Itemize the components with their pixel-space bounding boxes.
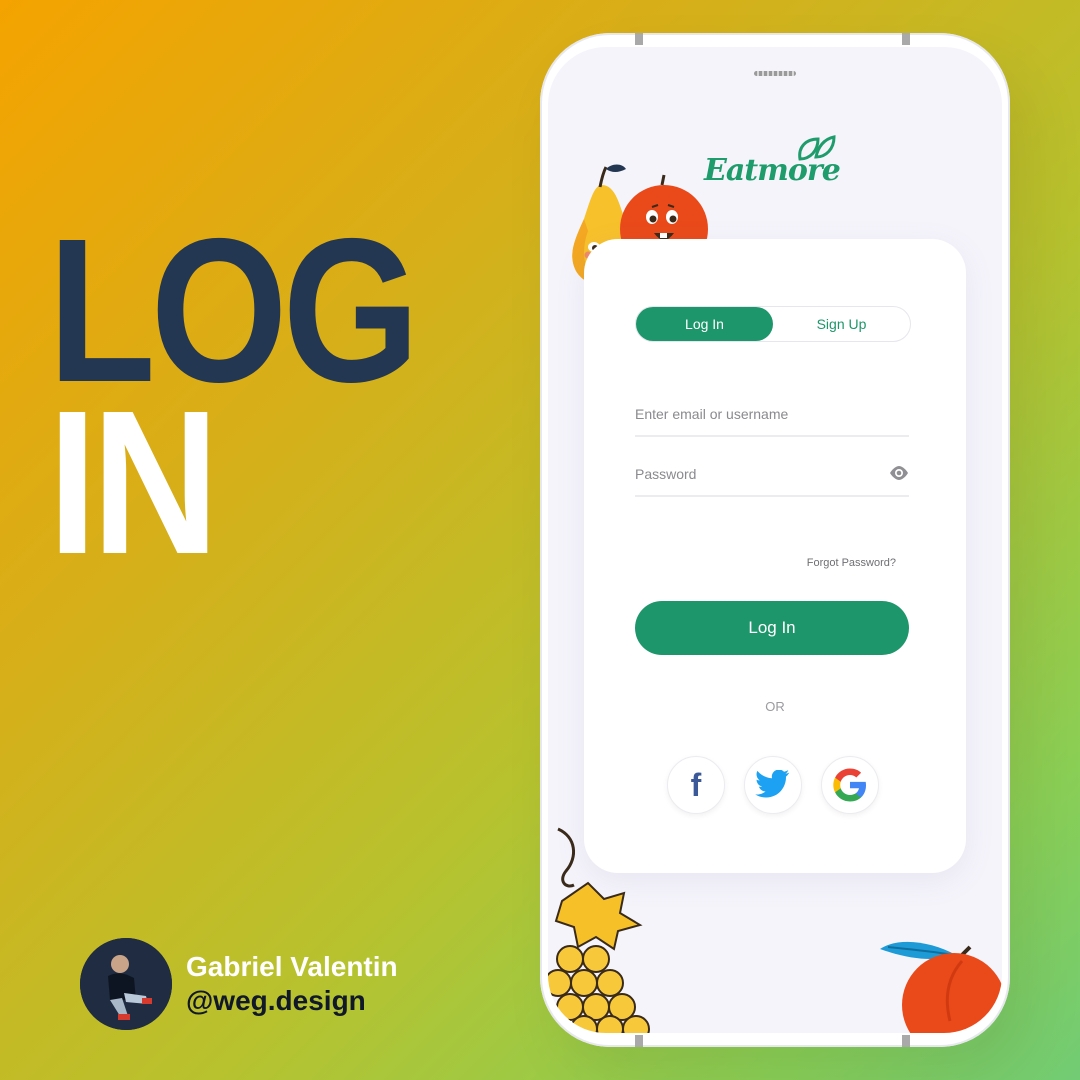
google-login-button[interactable] (821, 756, 879, 814)
twitter-login-button[interactable] (744, 756, 802, 814)
side-button (635, 1035, 643, 1047)
password-input[interactable] (635, 459, 875, 489)
phone-mockup: Eatmore Log In Sign Up Forg (540, 33, 1010, 1047)
speaker-grill (754, 71, 796, 76)
tab-sign-up[interactable]: Sign Up (773, 307, 910, 341)
auth-tabs: Log In Sign Up (635, 306, 911, 342)
facebook-login-button[interactable]: f (667, 756, 725, 814)
author-block: Gabriel Valentin @weg.design (80, 938, 398, 1030)
password-field-container (635, 459, 909, 497)
facebook-icon: f (690, 767, 702, 803)
author-name: Gabriel Valentin (186, 951, 398, 982)
headline: LOG IN (48, 208, 420, 585)
avatar (80, 938, 172, 1030)
side-button (902, 33, 910, 45)
app-screen: Eatmore Log In Sign Up Forg (548, 47, 1002, 1033)
author-handle: @weg.design (186, 985, 366, 1016)
twitter-icon (755, 770, 790, 798)
grapes-illustration (548, 827, 650, 1033)
log-in-button[interactable]: Log In (635, 601, 909, 655)
eye-icon[interactable] (889, 465, 909, 481)
forgot-password-link[interactable]: Forgot Password? (807, 557, 896, 569)
tab-log-in[interactable]: Log In (636, 307, 773, 341)
email-input[interactable] (635, 399, 875, 429)
eatmore-logo: Eatmore (704, 135, 844, 199)
login-card: Log In Sign Up Forgot Password? Log In O… (584, 239, 966, 873)
email-field-container (635, 399, 909, 437)
side-button (635, 33, 643, 45)
peach-illustration (880, 941, 1002, 1033)
leaf-icon (798, 135, 836, 161)
or-divider: OR (765, 699, 785, 714)
google-icon (833, 768, 866, 802)
side-button (902, 1035, 910, 1047)
